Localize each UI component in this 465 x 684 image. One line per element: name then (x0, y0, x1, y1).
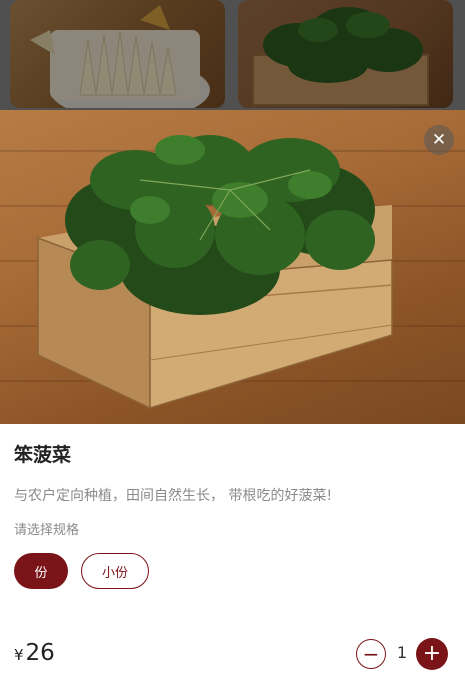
product-price: ¥ 26 (14, 640, 55, 666)
spec-prompt: 请选择规格 (14, 523, 80, 538)
product-image: ✕ (0, 110, 465, 424)
currency-symbol: ¥ (14, 646, 24, 664)
minus-icon[interactable]: − (356, 639, 386, 669)
plus-icon[interactable]: + (416, 638, 448, 670)
product-description: 与农户定向种植，田间自然生长， 带根吃的好菠菜! (14, 488, 333, 504)
background-menu (0, 0, 465, 112)
product-title: 笨菠菜 (14, 444, 72, 466)
close-icon[interactable]: ✕ (424, 125, 454, 155)
product-detail-sheet: ✕ 笨菠菜 与农户定向种植，田间自然生长， 带根吃的好菠菜! 请选择规格 份 小… (0, 110, 465, 684)
spec-option-portion[interactable]: 份 (14, 553, 68, 589)
spinach-box-photo (37, 135, 393, 410)
price-value: 26 (25, 640, 55, 666)
background-dim-overlay[interactable] (0, 0, 465, 112)
spec-option-small-portion[interactable]: 小份 (81, 553, 149, 589)
quantity-value: 1 (396, 643, 408, 662)
